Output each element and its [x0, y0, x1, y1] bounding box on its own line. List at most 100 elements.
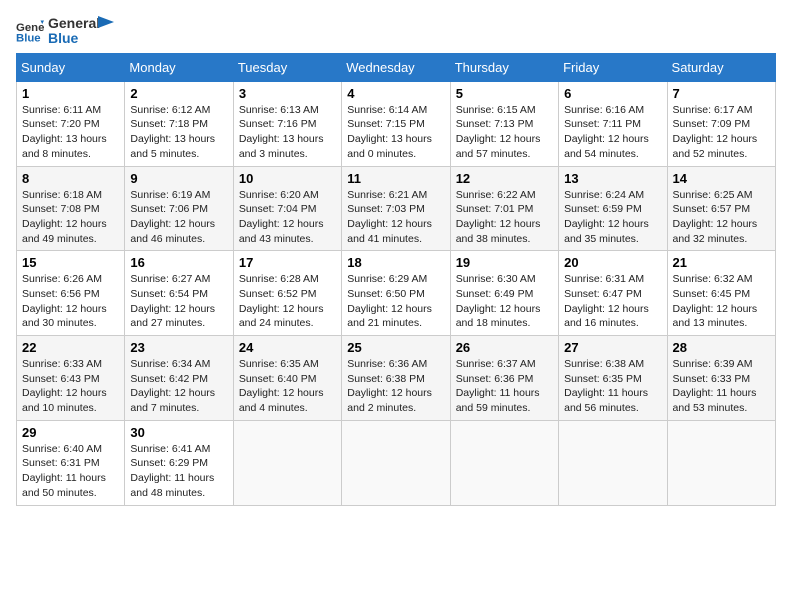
calendar-cell: 8 Sunrise: 6:18 AMSunset: 7:08 PMDaylight…: [17, 166, 125, 251]
day-info: Sunrise: 6:31 AMSunset: 6:47 PMDaylight:…: [564, 272, 661, 331]
day-number: 29: [22, 425, 119, 440]
svg-text:Blue: Blue: [16, 33, 41, 45]
day-info: Sunrise: 6:20 AMSunset: 7:04 PMDaylight:…: [239, 188, 336, 247]
day-number: 20: [564, 255, 661, 270]
logo-icon: General Blue: [16, 17, 44, 45]
day-info: Sunrise: 6:41 AMSunset: 6:29 PMDaylight:…: [130, 442, 227, 501]
day-number: 8: [22, 171, 119, 186]
calendar-cell: 2 Sunrise: 6:12 AMSunset: 7:18 PMDaylight…: [125, 81, 233, 166]
day-info: Sunrise: 6:17 AMSunset: 7:09 PMDaylight:…: [673, 103, 770, 162]
calendar-cell: 14 Sunrise: 6:25 AMSunset: 6:57 PMDayligh…: [667, 166, 775, 251]
calendar-week-row: 8 Sunrise: 6:18 AMSunset: 7:08 PMDaylight…: [17, 166, 776, 251]
calendar-cell: 5Sunrise: 6:15 AMSunset: 7:13 PMDaylight…: [450, 81, 558, 166]
day-number: 2: [130, 86, 227, 101]
day-number: 22: [22, 340, 119, 355]
calendar-week-row: 29 Sunrise: 6:40 AMSunset: 6:31 PMDayligh…: [17, 420, 776, 505]
calendar-cell: 15 Sunrise: 6:26 AMSunset: 6:56 PMDayligh…: [17, 251, 125, 336]
logo-text-general: General: [48, 16, 100, 31]
calendar-week-row: 15 Sunrise: 6:26 AMSunset: 6:56 PMDayligh…: [17, 251, 776, 336]
col-header-tuesday: Tuesday: [233, 53, 341, 81]
calendar-cell: 18Sunrise: 6:29 AMSunset: 6:50 PMDayligh…: [342, 251, 450, 336]
day-number: 27: [564, 340, 661, 355]
calendar-cell: 3Sunrise: 6:13 AMSunset: 7:16 PMDaylight…: [233, 81, 341, 166]
calendar-cell: 9 Sunrise: 6:19 AMSunset: 7:06 PMDaylight…: [125, 166, 233, 251]
day-number: 28: [673, 340, 770, 355]
day-info: Sunrise: 6:18 AMSunset: 7:08 PMDaylight:…: [22, 188, 119, 247]
calendar-cell: 25 Sunrise: 6:36 AMSunset: 6:38 PMDayligh…: [342, 336, 450, 421]
col-header-thursday: Thursday: [450, 53, 558, 81]
day-info: Sunrise: 6:32 AMSunset: 6:45 PMDaylight:…: [673, 272, 770, 331]
day-number: 30: [130, 425, 227, 440]
day-number: 4: [347, 86, 444, 101]
calendar-cell: 23 Sunrise: 6:34 AMSunset: 6:42 PMDayligh…: [125, 336, 233, 421]
day-info: Sunrise: 6:25 AMSunset: 6:57 PMDaylight:…: [673, 188, 770, 247]
day-info: Sunrise: 6:12 AMSunset: 7:18 PMDaylight:…: [130, 103, 227, 162]
calendar-cell: 22 Sunrise: 6:33 AMSunset: 6:43 PMDayligh…: [17, 336, 125, 421]
day-info: Sunrise: 6:22 AMSunset: 7:01 PMDaylight:…: [456, 188, 553, 247]
calendar-table: SundayMondayTuesdayWednesdayThursdayFrid…: [16, 53, 776, 506]
day-info: Sunrise: 6:14 AMSunset: 7:15 PMDaylight:…: [347, 103, 444, 162]
calendar-cell: 21 Sunrise: 6:32 AMSunset: 6:45 PMDayligh…: [667, 251, 775, 336]
calendar-cell: 6Sunrise: 6:16 AMSunset: 7:11 PMDaylight…: [559, 81, 667, 166]
day-info: Sunrise: 6:16 AMSunset: 7:11 PMDaylight:…: [564, 103, 661, 162]
col-header-wednesday: Wednesday: [342, 53, 450, 81]
calendar-week-row: 1 Sunrise: 6:11 AMSunset: 7:20 PMDaylight…: [17, 81, 776, 166]
day-info: Sunrise: 6:38 AMSunset: 6:35 PMDaylight:…: [564, 357, 661, 416]
day-number: 3: [239, 86, 336, 101]
day-number: 1: [22, 86, 119, 101]
day-info: Sunrise: 6:28 AMSunset: 6:52 PMDaylight:…: [239, 272, 336, 331]
day-info: Sunrise: 6:34 AMSunset: 6:42 PMDaylight:…: [130, 357, 227, 416]
day-info: Sunrise: 6:40 AMSunset: 6:31 PMDaylight:…: [22, 442, 119, 501]
calendar-cell: 16 Sunrise: 6:27 AMSunset: 6:54 PMDayligh…: [125, 251, 233, 336]
day-number: 13: [564, 171, 661, 186]
calendar-cell: 19 Sunrise: 6:30 AMSunset: 6:49 PMDayligh…: [450, 251, 558, 336]
day-number: 23: [130, 340, 227, 355]
calendar-cell: [450, 420, 558, 505]
day-info: Sunrise: 6:35 AMSunset: 6:40 PMDaylight:…: [239, 357, 336, 416]
logo: General Blue General Blue: [16, 16, 114, 47]
day-info: Sunrise: 6:11 AMSunset: 7:20 PMDaylight:…: [22, 103, 119, 162]
calendar-cell: 24 Sunrise: 6:35 AMSunset: 6:40 PMDayligh…: [233, 336, 341, 421]
day-info: Sunrise: 6:24 AMSunset: 6:59 PMDaylight:…: [564, 188, 661, 247]
calendar-cell: 20 Sunrise: 6:31 AMSunset: 6:47 PMDayligh…: [559, 251, 667, 336]
col-header-monday: Monday: [125, 53, 233, 81]
calendar-cell: 10 Sunrise: 6:20 AMSunset: 7:04 PMDayligh…: [233, 166, 341, 251]
day-info: Sunrise: 6:27 AMSunset: 6:54 PMDaylight:…: [130, 272, 227, 331]
day-number: 19: [456, 255, 553, 270]
day-number: 14: [673, 171, 770, 186]
day-info: Sunrise: 6:19 AMSunset: 7:06 PMDaylight:…: [130, 188, 227, 247]
calendar-week-row: 22 Sunrise: 6:33 AMSunset: 6:43 PMDayligh…: [17, 336, 776, 421]
day-info: Sunrise: 6:30 AMSunset: 6:49 PMDaylight:…: [456, 272, 553, 331]
day-number: 25: [347, 340, 444, 355]
day-number: 21: [673, 255, 770, 270]
calendar-cell: 4 Sunrise: 6:14 AMSunset: 7:15 PMDaylight…: [342, 81, 450, 166]
calendar-cell: 12 Sunrise: 6:22 AMSunset: 7:01 PMDayligh…: [450, 166, 558, 251]
day-info: Sunrise: 6:36 AMSunset: 6:38 PMDaylight:…: [347, 357, 444, 416]
day-info: Sunrise: 6:26 AMSunset: 6:56 PMDaylight:…: [22, 272, 119, 331]
day-info: Sunrise: 6:33 AMSunset: 6:43 PMDaylight:…: [22, 357, 119, 416]
day-number: 16: [130, 255, 227, 270]
page-header: General Blue General Blue: [16, 16, 776, 47]
calendar-cell: [559, 420, 667, 505]
day-info: Sunrise: 6:21 AMSunset: 7:03 PMDaylight:…: [347, 188, 444, 247]
calendar-cell: 13 Sunrise: 6:24 AMSunset: 6:59 PMDayligh…: [559, 166, 667, 251]
day-number: 26: [456, 340, 553, 355]
col-header-sunday: Sunday: [17, 53, 125, 81]
day-number: 9: [130, 171, 227, 186]
logo-text-blue: Blue: [48, 31, 100, 46]
calendar-cell: 1 Sunrise: 6:11 AMSunset: 7:20 PMDaylight…: [17, 81, 125, 166]
day-number: 5: [456, 86, 553, 101]
day-number: 12: [456, 171, 553, 186]
calendar-cell: 17 Sunrise: 6:28 AMSunset: 6:52 PMDayligh…: [233, 251, 341, 336]
day-number: 10: [239, 171, 336, 186]
calendar-cell: 7Sunrise: 6:17 AMSunset: 7:09 PMDaylight…: [667, 81, 775, 166]
day-number: 15: [22, 255, 119, 270]
calendar-cell: [667, 420, 775, 505]
logo-flag-icon: [98, 16, 114, 36]
day-info: Sunrise: 6:29 AMSunset: 6:50 PMDaylight:…: [347, 272, 444, 331]
day-info: Sunrise: 6:37 AMSunset: 6:36 PMDaylight:…: [456, 357, 553, 416]
calendar-cell: 28Sunrise: 6:39 AMSunset: 6:33 PMDayligh…: [667, 336, 775, 421]
day-number: 24: [239, 340, 336, 355]
day-number: 17: [239, 255, 336, 270]
calendar-cell: 11Sunrise: 6:21 AMSunset: 7:03 PMDayligh…: [342, 166, 450, 251]
